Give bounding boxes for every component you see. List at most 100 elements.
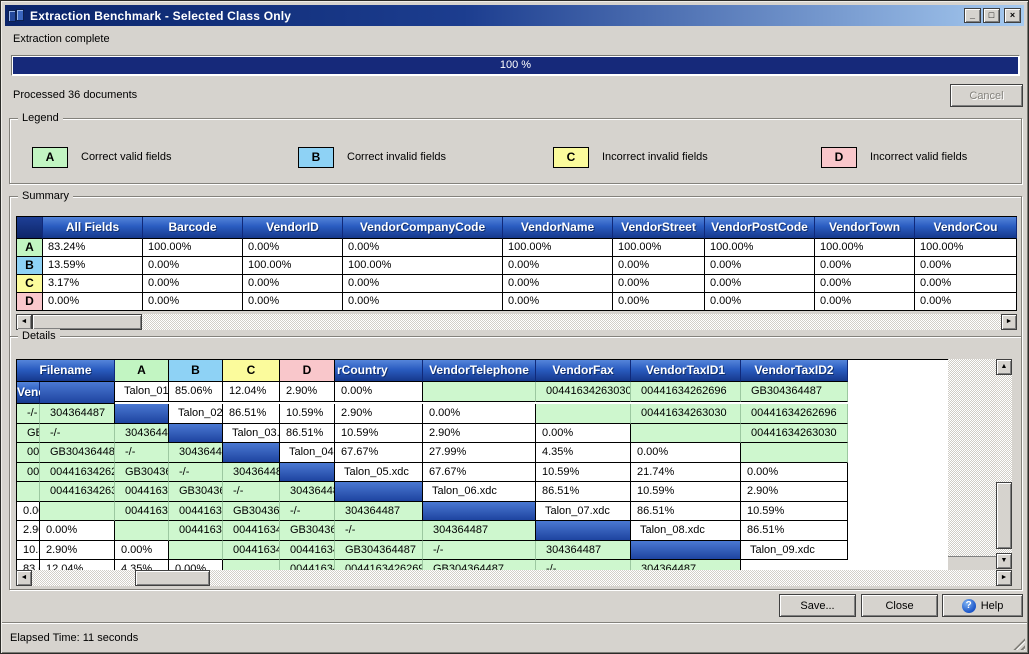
details-filename-cell[interactable]: Talon_01.xdc xyxy=(115,382,169,402)
details-cell[interactable] xyxy=(536,404,631,424)
details-cell[interactable]: 00441634262696 xyxy=(223,521,280,541)
details-cell[interactable]: 304364487 xyxy=(169,443,223,463)
details-cell[interactable]: 0.00% xyxy=(536,424,631,444)
details-cell[interactable]: 0.00% xyxy=(115,541,169,561)
details-cell[interactable]: 00441634262696 xyxy=(17,443,40,463)
details-cell[interactable]: 2.90% xyxy=(40,541,115,561)
summary-scrollbar-thumb[interactable] xyxy=(32,314,142,330)
details-filename-cell[interactable]: Talon_02.xdc xyxy=(169,404,223,424)
details-cell[interactable]: 00441634263030 xyxy=(169,521,223,541)
details-cell[interactable]: 10.59% xyxy=(536,463,631,483)
details-cell[interactable]: 0.00% xyxy=(17,502,40,522)
details-cell[interactable]: -/- xyxy=(335,521,423,541)
details-hscrollbar-thumb[interactable] xyxy=(135,570,210,586)
details-cell[interactable]: 2.90% xyxy=(17,521,40,541)
details-cell[interactable]: GB304364487 xyxy=(223,502,280,522)
details-cell[interactable]: -/- xyxy=(423,541,536,561)
details-cell[interactable]: 304364487 xyxy=(335,502,423,522)
details-cell[interactable]: 00441634262696 xyxy=(280,541,335,561)
details-cell[interactable]: -/- xyxy=(223,482,280,502)
details-cell[interactable]: 10.59% xyxy=(17,541,40,561)
details-row-selector[interactable] xyxy=(335,482,423,502)
details-cell[interactable]: 00441634262696 xyxy=(115,482,169,502)
details-cell[interactable]: 0.00% xyxy=(335,382,423,402)
details-vertical-scrollbar[interactable]: ▲ ▼ xyxy=(996,359,1012,569)
details-cell[interactable]: 00441634262696 xyxy=(631,382,741,402)
details-cell[interactable]: -/- xyxy=(40,424,115,444)
details-cell[interactable]: 00441634263030 xyxy=(115,502,169,522)
details-cell[interactable]: 304364487 xyxy=(280,482,335,502)
cancel-button[interactable]: Cancel xyxy=(950,84,1023,107)
details-filename-cell[interactable]: Talon_08.xdc xyxy=(631,521,741,541)
details-filename-cell[interactable]: Talon_03.xdc xyxy=(223,424,280,444)
details-cell[interactable]: GB304364487 xyxy=(17,424,40,444)
details-cell[interactable]: 0.00% xyxy=(40,521,115,541)
details-cell[interactable] xyxy=(40,502,115,522)
details-cell[interactable]: GB304364487 xyxy=(335,541,423,561)
close-button[interactable]: Close xyxy=(861,594,938,617)
details-cell[interactable]: 10.59% xyxy=(741,502,848,522)
details-row-selector[interactable] xyxy=(40,382,115,404)
details-cell[interactable]: 67.67% xyxy=(335,443,423,463)
details-cell[interactable]: 304364487 xyxy=(115,424,169,444)
scroll-down-icon[interactable]: ▼ xyxy=(996,553,1012,569)
details-cell[interactable]: 0.00% xyxy=(741,463,848,483)
details-cell[interactable]: 86.51% xyxy=(741,521,848,541)
details-cell[interactable]: 00441634263030 xyxy=(223,541,280,561)
close-icon[interactable]: × xyxy=(1004,8,1021,23)
details-cell[interactable]: 304364487 xyxy=(423,521,536,541)
details-cell[interactable]: -/- xyxy=(169,463,223,483)
details-cell[interactable]: 00441634263030 xyxy=(40,482,115,502)
details-cell[interactable] xyxy=(423,382,536,402)
details-cell[interactable]: 304364487 xyxy=(536,541,631,561)
details-cell[interactable]: 10.59% xyxy=(631,482,741,502)
resize-grip[interactable] xyxy=(1012,637,1025,650)
details-cell[interactable]: 86.51% xyxy=(536,482,631,502)
details-cell[interactable]: 85.06% xyxy=(169,382,223,402)
details-cell[interactable]: 86.51% xyxy=(223,404,280,424)
details-cell[interactable]: 12.04% xyxy=(223,382,280,402)
details-row-selector[interactable] xyxy=(280,463,335,483)
minimize-icon[interactable]: _ xyxy=(964,8,981,23)
details-cell[interactable]: GB304364487 xyxy=(741,382,848,402)
details-cell[interactable] xyxy=(631,424,741,444)
details-cell[interactable]: 86.51% xyxy=(631,502,741,522)
details-cell[interactable]: -/- xyxy=(17,404,40,424)
details-filename-cell[interactable]: Talon_04.xdc xyxy=(280,443,335,463)
details-cell[interactable]: 304364487 xyxy=(40,404,115,424)
details-row-selector[interactable] xyxy=(423,502,536,522)
details-cell[interactable]: 10.59% xyxy=(280,404,335,424)
details-filename-cell[interactable]: Talon_06.xdc xyxy=(423,482,536,502)
details-filename-cell[interactable]: Talon_05.xdc xyxy=(335,463,423,483)
summary-horizontal-scrollbar[interactable]: ◄ ► xyxy=(16,314,1017,330)
details-cell[interactable]: 00441634262696 xyxy=(741,404,848,424)
details-row-selector[interactable] xyxy=(631,541,741,561)
details-cell[interactable] xyxy=(115,521,169,541)
scroll-left-icon[interactable]: ◄ xyxy=(16,570,32,586)
scroll-left-icon[interactable]: ◄ xyxy=(16,314,32,330)
scroll-right-icon[interactable]: ► xyxy=(996,570,1012,586)
details-filename-cell[interactable]: Talon_09.xdc xyxy=(741,541,848,561)
details-cell[interactable]: 00441634263030 xyxy=(741,424,848,444)
details-filename-cell[interactable]: Talon_07.xdc xyxy=(536,502,631,522)
details-cell[interactable] xyxy=(17,482,40,502)
details-cell[interactable]: 0.00% xyxy=(423,404,536,424)
details-cell[interactable]: GB304364487 xyxy=(40,443,115,463)
details-cell[interactable]: 00441634263030 xyxy=(536,382,631,402)
details-cell[interactable]: 21.74% xyxy=(631,463,741,483)
details-cell[interactable]: 00441634263030 xyxy=(17,463,40,483)
scroll-up-icon[interactable]: ▲ xyxy=(996,359,1012,375)
details-row-selector[interactable] xyxy=(169,424,223,444)
details-vscrollbar-thumb[interactable] xyxy=(996,482,1012,549)
maximize-icon[interactable]: □ xyxy=(983,8,1000,23)
details-cell[interactable]: 304364487 xyxy=(223,463,280,483)
details-cell[interactable]: 86.51% xyxy=(280,424,335,444)
details-cell[interactable]: GB304364487 xyxy=(115,463,169,483)
details-cell[interactable]: 0.00% xyxy=(631,443,741,463)
save-button[interactable]: Save... xyxy=(779,594,856,617)
details-cell[interactable]: 27.99% xyxy=(423,443,536,463)
details-cell[interactable]: GB304364487 xyxy=(280,521,335,541)
details-cell[interactable]: 67.67% xyxy=(423,463,536,483)
details-cell[interactable]: 00441634263030 xyxy=(631,404,741,424)
details-cell[interactable]: 2.90% xyxy=(335,404,423,424)
